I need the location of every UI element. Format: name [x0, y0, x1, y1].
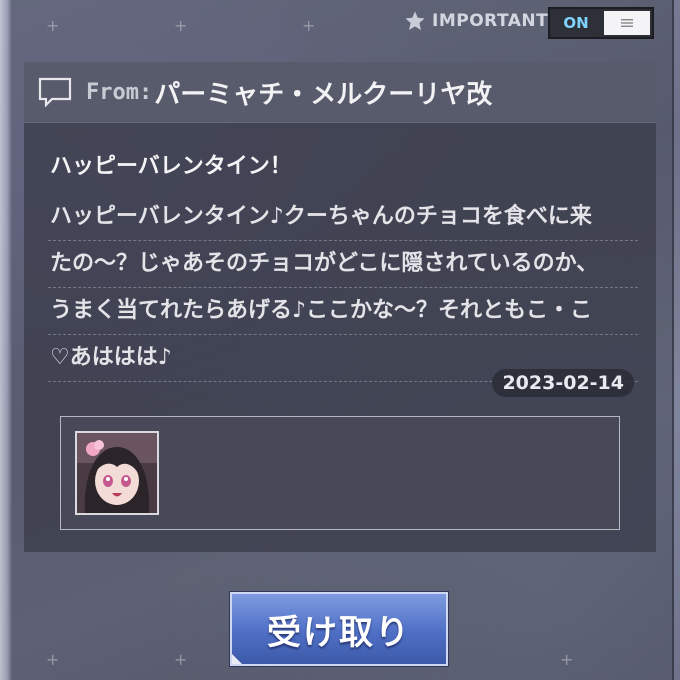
grid-cross-decoration: + — [174, 650, 188, 669]
from-prefix: From: — [86, 79, 153, 105]
chat-bubble-icon — [38, 77, 72, 107]
attachment-box — [60, 416, 620, 530]
character-portrait-icon — [77, 433, 157, 513]
button-corner-decoration — [232, 654, 242, 664]
grid-cross-decoration: + — [560, 650, 574, 669]
background-edge — [0, 0, 12, 680]
grid-cross-decoration: + — [46, 650, 60, 669]
receive-button-label: 受け取り — [267, 612, 411, 653]
message-sender-header: From: パーミャチ・メルクーリヤ改 — [24, 62, 656, 123]
message-body-line: うまく当てれたらあげる♪ここかな～？それともこ・こ — [48, 288, 638, 335]
toggle-on-label: ON — [563, 14, 589, 32]
important-toggle[interactable]: ON — [548, 7, 654, 39]
message-body-line: たの～？じゃあそのチョコがどこに隠されているのか、 — [48, 241, 638, 288]
message-body: ハッピーバレンタイン♪クーちゃんのチョコを食べに来 たの～？じゃあそのチョコがど… — [48, 194, 638, 382]
grid-cross-decoration: + — [174, 16, 188, 35]
message-title: ハッピーバレンタイン！ — [50, 154, 292, 179]
grid-cross-decoration: + — [46, 16, 60, 35]
menu-lines-icon — [621, 19, 633, 27]
attachment-item[interactable] — [75, 431, 159, 515]
grid-cross-decoration: + — [302, 16, 316, 35]
message-body-line: ハッピーバレンタイン♪クーちゃんのチョコを食べに来 — [48, 194, 638, 241]
message-panel: From: パーミャチ・メルクーリヤ改 ハッピーバレンタイン！ ハッピーバレンタ… — [24, 62, 656, 552]
important-label: IMPORTANT — [432, 11, 549, 31]
star-icon — [405, 11, 425, 30]
receive-button[interactable]: 受け取り — [230, 592, 448, 666]
toggle-knob[interactable] — [604, 11, 650, 35]
important-indicator: IMPORTANT — [404, 10, 548, 32]
message-date: 2023-02-14 — [492, 369, 634, 397]
sender-name: パーミャチ・メルクーリヤ改 — [154, 79, 493, 110]
